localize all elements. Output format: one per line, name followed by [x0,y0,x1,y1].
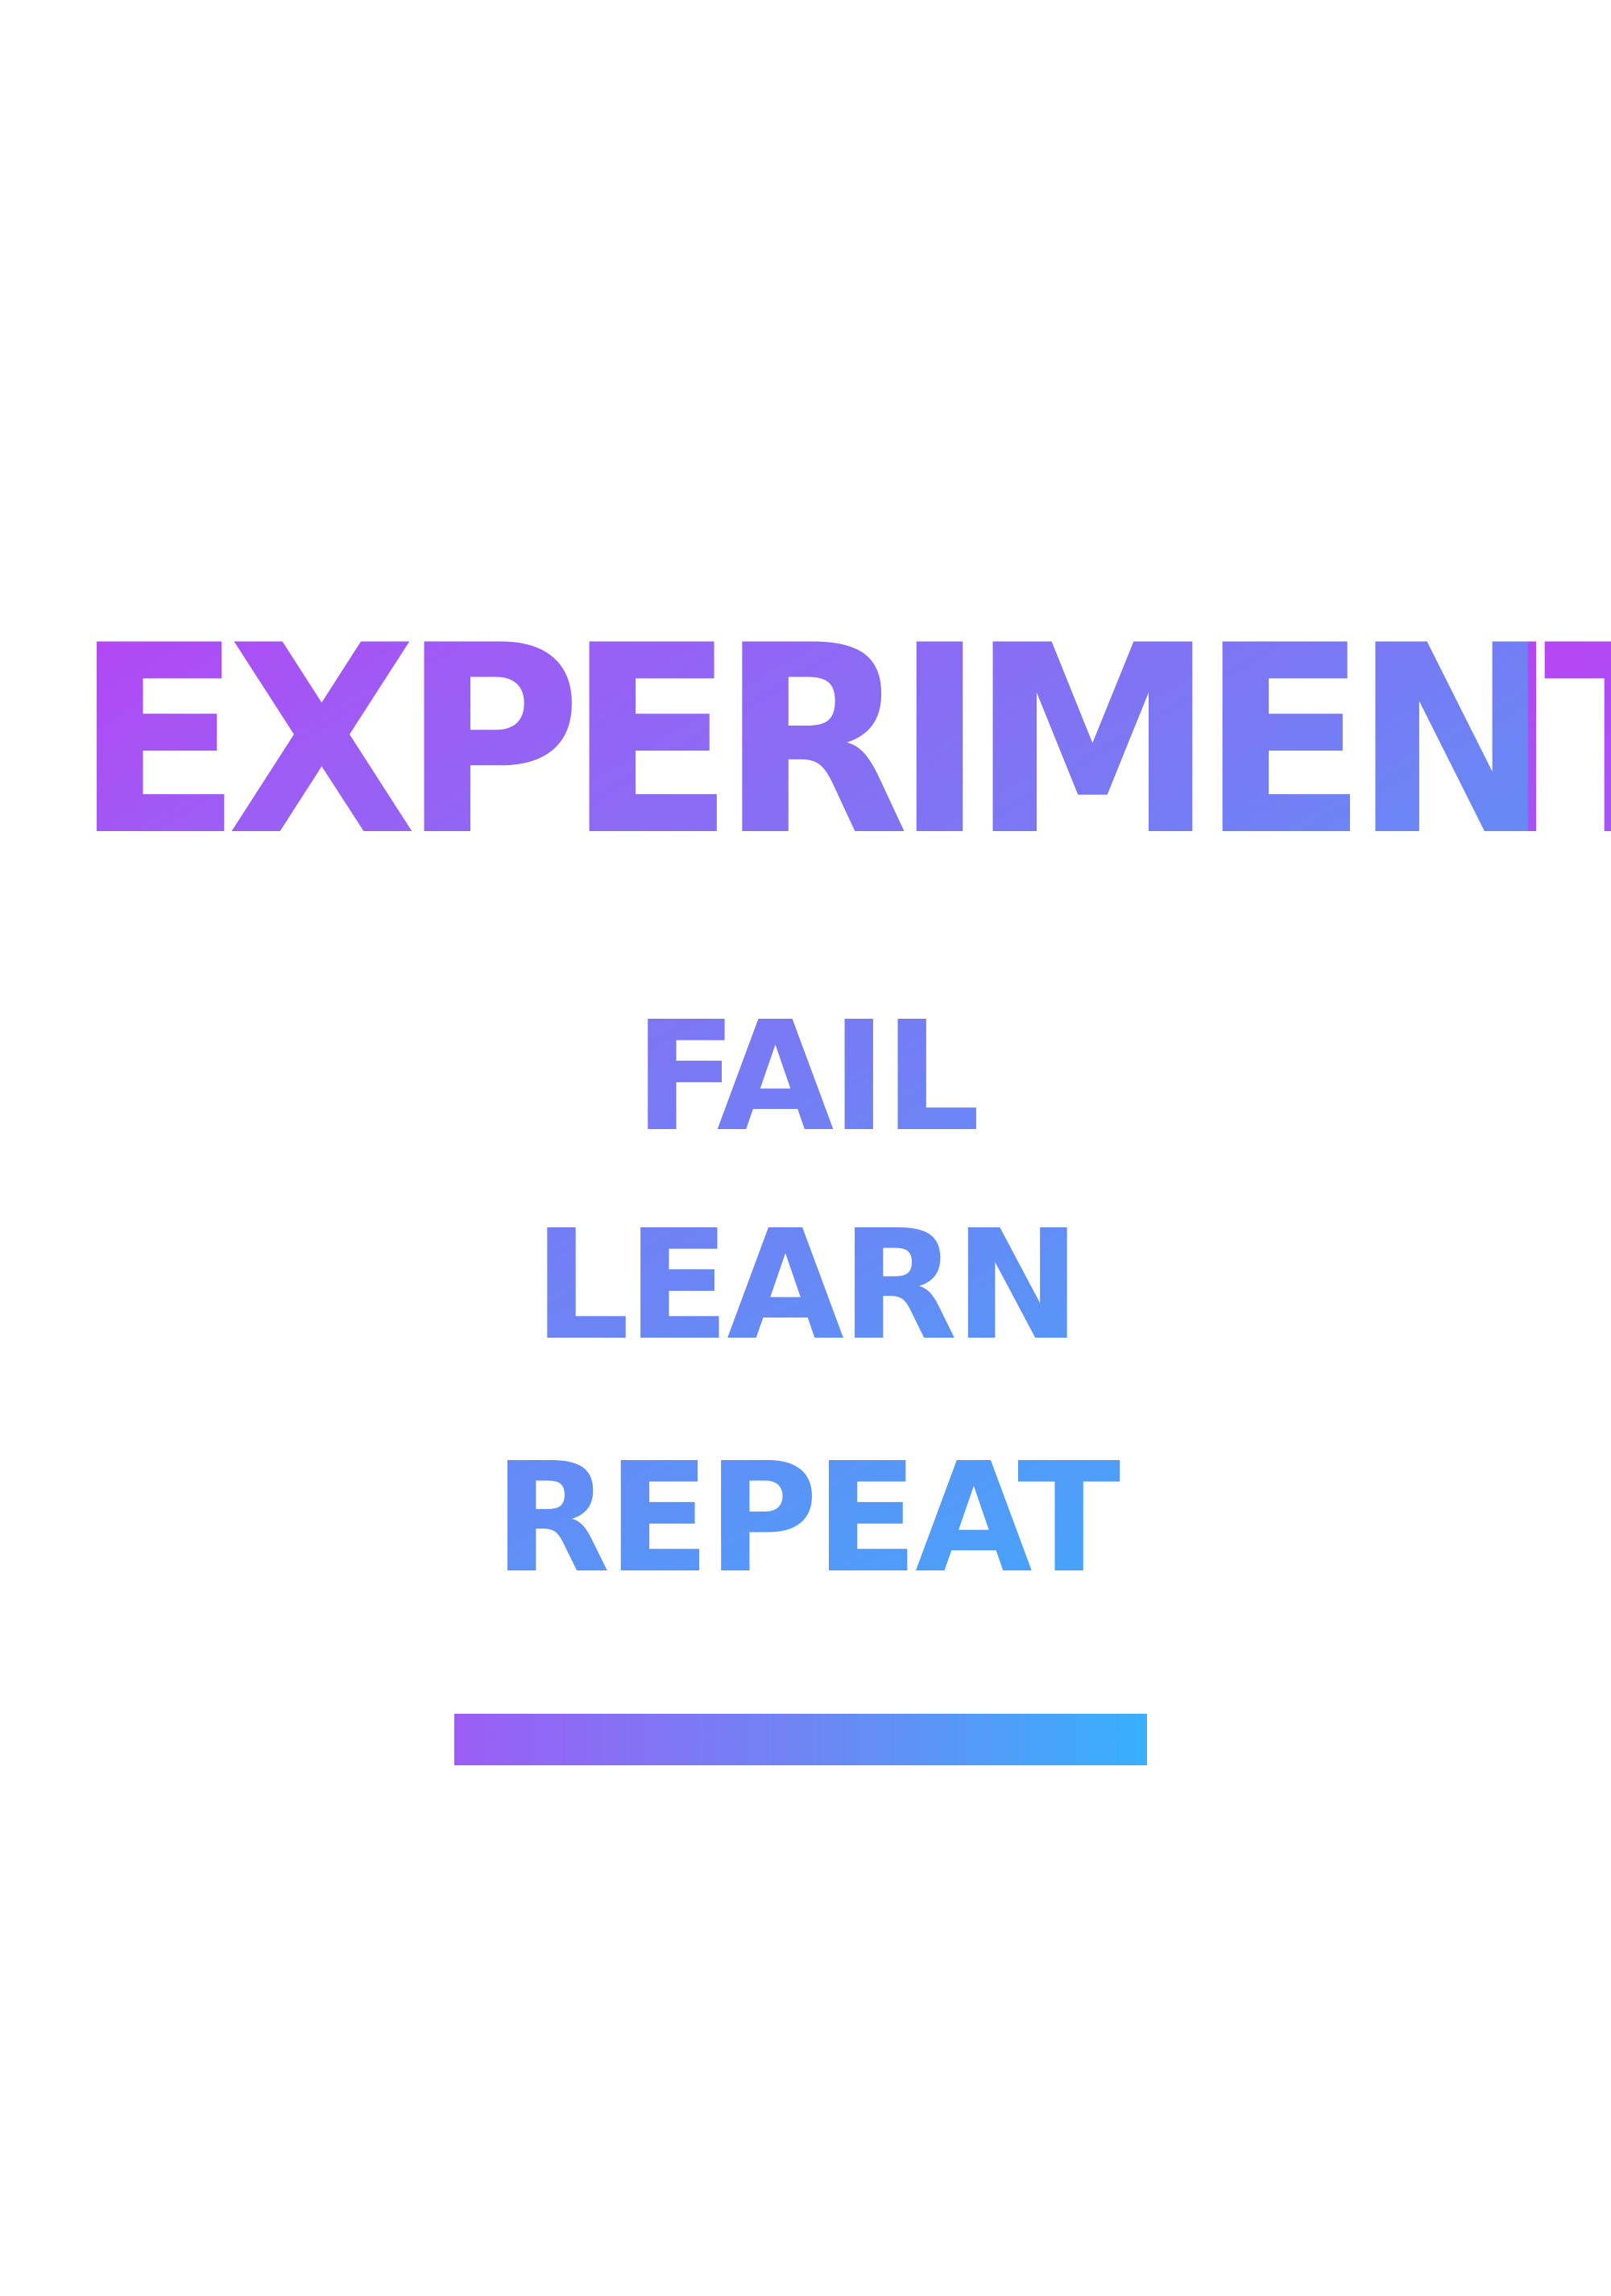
word-fail: FAIL [0,1002,1611,1153]
gradient-underline-bar [454,1714,1147,1765]
word-repeat: REPEAT [0,1443,1611,1595]
poster: EXPERIMENT FAIL LEARN REPEAT [0,0,1611,2296]
headline: EXPERIMENT [74,612,1611,872]
word-learn: LEARN [0,1210,1611,1362]
